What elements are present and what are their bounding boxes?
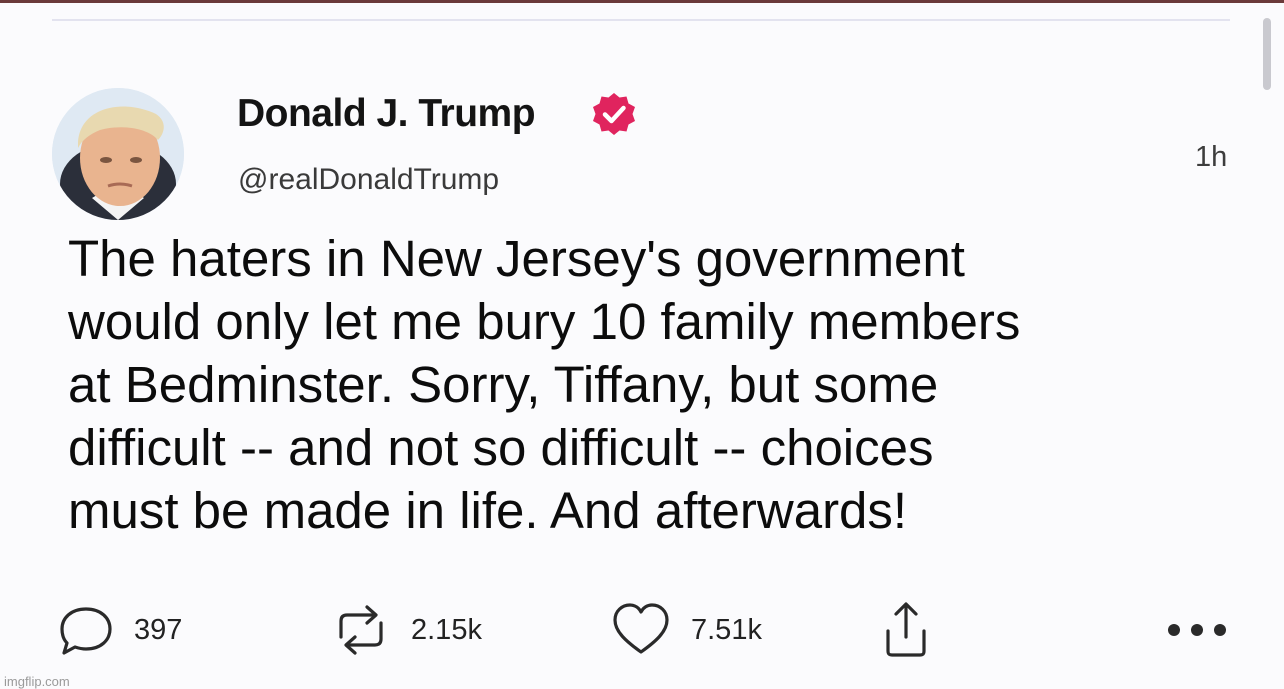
tweet-text: The haters in New Jersey's government wo… bbox=[68, 230, 1021, 539]
like-button[interactable]: 7.51k bbox=[609, 598, 762, 662]
display-name[interactable]: Donald J. Trump bbox=[237, 92, 536, 136]
top-divider bbox=[52, 19, 1230, 21]
more-icon bbox=[1168, 624, 1226, 636]
profile-photo bbox=[52, 88, 184, 220]
retweet-icon bbox=[339, 605, 383, 655]
share-button[interactable] bbox=[878, 598, 934, 662]
handle[interactable]: @realDonaldTrump bbox=[238, 163, 499, 197]
retweet-count: 2.15k bbox=[411, 613, 482, 646]
scrollbar[interactable] bbox=[1263, 18, 1271, 90]
more-button[interactable] bbox=[1165, 598, 1231, 662]
like-count: 7.51k bbox=[691, 613, 762, 646]
share-icon bbox=[886, 602, 926, 657]
reply-count: 397 bbox=[134, 613, 183, 646]
heart-icon bbox=[613, 603, 669, 654]
watermark: imgflip.com bbox=[4, 674, 70, 689]
comment-icon bbox=[60, 607, 112, 655]
timestamp[interactable]: 1h bbox=[1195, 141, 1227, 174]
window-top-border bbox=[0, 0, 1284, 3]
reply-button[interactable]: 397 bbox=[56, 598, 182, 662]
avatar[interactable] bbox=[52, 88, 184, 220]
verified-badge-icon bbox=[593, 93, 635, 135]
retweet-button[interactable]: 2.15k bbox=[329, 598, 482, 662]
